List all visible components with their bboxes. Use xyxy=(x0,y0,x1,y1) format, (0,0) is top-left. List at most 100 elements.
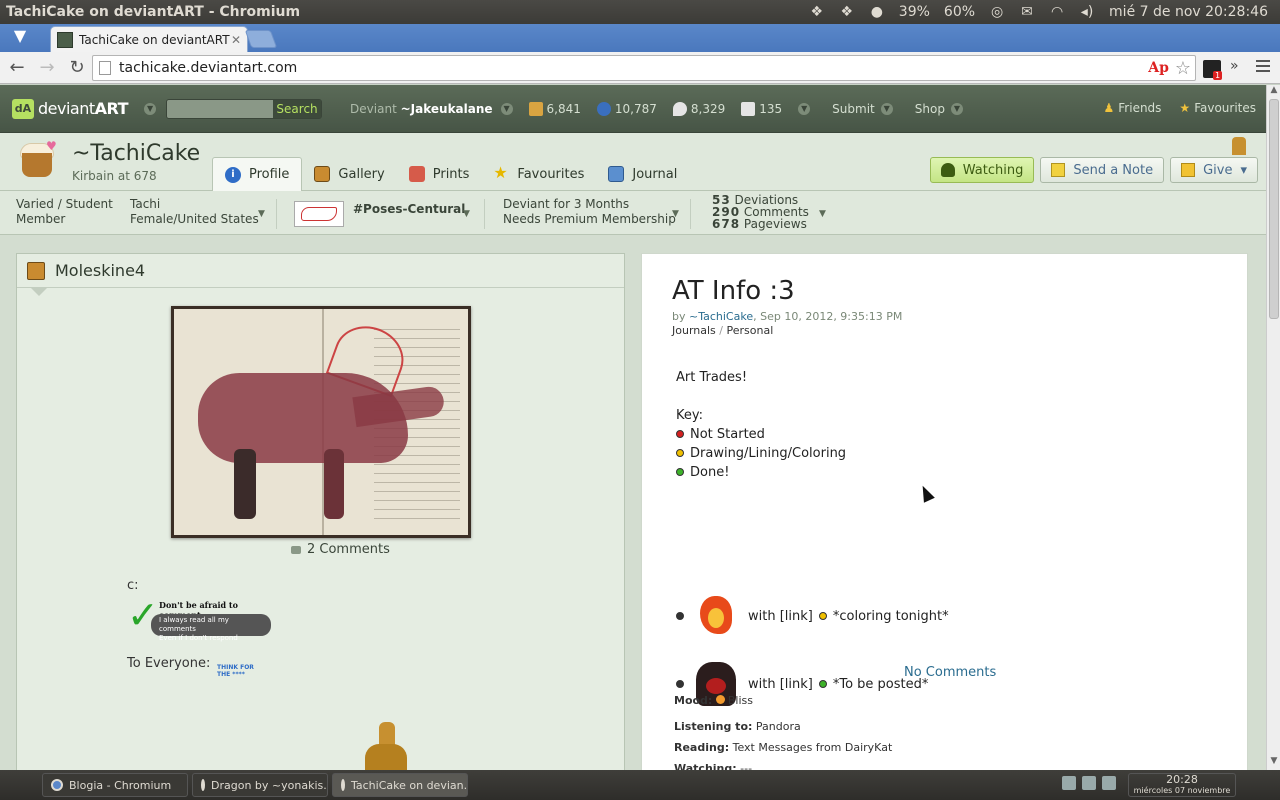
tray-app-icon[interactable] xyxy=(1102,776,1116,790)
deviation-comments-link[interactable]: 2 Comments xyxy=(291,542,390,557)
key-label: Key: xyxy=(676,408,704,423)
settings-icon[interactable]: ◎ xyxy=(989,4,1005,20)
taskbar-clock[interactable]: 20:28 miércoles 07 noviembre xyxy=(1128,773,1236,797)
think-stamp-image: THINK FOR THE **** xyxy=(217,664,254,678)
profile-stats[interactable]: 53 Deviations 290 Comments 678 Pageviews xyxy=(712,194,809,230)
category-journals[interactable]: Journals xyxy=(672,324,716,337)
clock-time: 20:28 xyxy=(1166,773,1198,786)
taskbar-label: Dragon by ~yonakis... xyxy=(211,778,328,792)
chevron-down-icon[interactable]: ▼ xyxy=(258,209,265,219)
membership-info[interactable]: Deviant for 3 Months Needs Premium Membe… xyxy=(503,197,676,227)
user-details[interactable]: Tachi Female/United States xyxy=(130,197,259,227)
tab-favourites[interactable]: ★ Favourites xyxy=(481,157,596,191)
tray-app-icon[interactable] xyxy=(1082,776,1096,790)
tab-journal[interactable]: Journal xyxy=(596,157,689,191)
member-type-line2: Member xyxy=(16,212,66,226)
dropbox-icon[interactable]: ❖ xyxy=(839,4,855,20)
close-icon[interactable]: ✕ xyxy=(231,33,241,47)
forward-button[interactable]: → xyxy=(34,56,60,80)
group-name[interactable]: #Poses-Centural xyxy=(353,202,465,216)
reload-button[interactable]: ↻ xyxy=(64,56,90,80)
deviantart-logo[interactable]: dA deviantART xyxy=(12,98,129,119)
chevron-down-icon[interactable]: ▼ xyxy=(672,209,679,219)
no-comments-link[interactable]: No Comments xyxy=(904,665,996,680)
chromium-icon[interactable]: ▼ xyxy=(10,26,30,48)
tab-tachicake[interactable]: TachiCake on deviantART ✕ xyxy=(50,26,248,52)
give-button[interactable]: Give ▾ xyxy=(1170,157,1258,183)
llama-icon[interactable] xyxy=(1232,137,1246,155)
volume-percent[interactable]: 60% xyxy=(944,4,975,20)
shop-link[interactable]: Shop ▼ xyxy=(915,102,963,116)
chevron-down-icon[interactable]: ▼ xyxy=(500,102,513,115)
dropbox-icon[interactable]: ❖ xyxy=(809,4,825,20)
star-icon: ★ xyxy=(1179,101,1191,115)
watch-stat[interactable]: 10,787 xyxy=(596,101,657,116)
trade-with-link[interactable]: with [link] xyxy=(748,609,813,624)
chevron-down-icon[interactable]: ▼ xyxy=(880,102,893,115)
url-text[interactable]: tachicake.deviantart.com xyxy=(119,60,1148,76)
back-button[interactable]: ← xyxy=(4,56,30,80)
chevron-down-icon[interactable]: ▼ xyxy=(798,102,811,115)
mail-icon[interactable]: ✉ xyxy=(1019,4,1035,20)
page-scrollbar[interactable]: ▲ ▼ xyxy=(1266,85,1280,770)
pageviews-label: Pageviews xyxy=(743,217,807,231)
chevron-down-icon[interactable]: ▼ xyxy=(144,102,157,115)
category-personal[interactable]: Personal xyxy=(727,324,774,337)
volume-icon[interactable]: ◂) xyxy=(1079,4,1095,20)
chevron-down-icon[interactable]: ▼ xyxy=(463,209,470,219)
address-bar[interactable]: tachicake.deviantart.com Ap ☆ xyxy=(92,55,1196,81)
moleskine-sketch-image[interactable] xyxy=(171,306,471,538)
deviations-stat[interactable]: 6,841 xyxy=(528,101,581,116)
translate-icon[interactable]: Ap xyxy=(1148,60,1169,76)
chevron-right-icon[interactable]: » xyxy=(1230,58,1239,74)
tab-title: TachiCake on deviantART xyxy=(79,32,230,47)
friends-link[interactable]: ♟ Friends xyxy=(1104,101,1162,115)
wifi-icon[interactable]: ◠ xyxy=(1049,4,1065,20)
avatar[interactable]: ♥ xyxy=(18,139,58,179)
tab-gallery[interactable]: Gallery xyxy=(302,157,396,191)
tab-profile[interactable]: i Profile xyxy=(212,157,303,191)
comments-stat[interactable]: 8,329 xyxy=(672,101,725,116)
taskbar-item[interactable]: Blogia - Chromium xyxy=(42,773,188,797)
send-note-button[interactable]: Send a Note xyxy=(1040,157,1165,183)
widget-title[interactable]: Moleskine4 xyxy=(55,261,145,280)
key-done: Done! xyxy=(690,465,730,480)
journal-icon xyxy=(608,166,625,182)
tray-app-icon[interactable] xyxy=(1062,776,1076,790)
watching-button[interactable]: Watching xyxy=(929,157,1035,183)
give-label: Give xyxy=(1203,162,1233,178)
notes-icon xyxy=(741,101,756,116)
gallery-icon xyxy=(314,166,331,182)
system-indicators: ❖ ❖ ● 39% 60% ◎ ✉ ◠ ◂) mié 7 de nov 20:2… xyxy=(809,4,1280,20)
favourites-link[interactable]: ★ Favourites xyxy=(1179,101,1256,115)
chevron-down-icon[interactable]: ▼ xyxy=(819,209,826,219)
taskbar-item[interactable]: TachiCake on devian... xyxy=(332,773,468,797)
drop-icon[interactable]: ● xyxy=(869,4,885,20)
scrollbar-thumb[interactable] xyxy=(1269,99,1279,319)
taskbar-item[interactable]: Dragon by ~yonakis... xyxy=(192,773,328,797)
tab-prints[interactable]: Prints xyxy=(397,157,482,191)
bookmark-star-icon[interactable]: ☆ xyxy=(1175,58,1191,79)
search-button[interactable]: Search xyxy=(273,99,322,118)
fire-avatar-image[interactable] xyxy=(694,592,736,640)
menu-icon[interactable] xyxy=(1254,57,1272,75)
chevron-down-icon[interactable]: ▼ xyxy=(950,102,963,115)
browser-toolbar: ← → ↻ tachicake.deviantart.com Ap ☆ 1 » xyxy=(0,52,1280,84)
trade-with-link[interactable]: with [link] xyxy=(748,677,813,692)
journal-body: Art Trades! Key: Not Started Drawing/Lin… xyxy=(676,368,846,482)
system-clock[interactable]: mié 7 de nov 20:28:46 xyxy=(1109,4,1268,20)
mood-line: Mood: Bliss xyxy=(674,694,753,707)
journal-author-link[interactable]: ~TachiCake xyxy=(689,310,753,323)
submit-link[interactable]: Submit ▼ xyxy=(832,102,893,116)
group-sticker-image[interactable] xyxy=(294,201,344,227)
deviant-user-menu[interactable]: Deviant ~Jakeukalane xyxy=(350,102,493,116)
profile-name[interactable]: ~TachiCake xyxy=(72,141,200,166)
scroll-up-icon[interactable]: ▲ xyxy=(1267,85,1280,99)
new-tab-button[interactable] xyxy=(244,30,278,48)
notes-stat[interactable]: 135 xyxy=(741,101,782,116)
battery-text[interactable]: 39% xyxy=(899,4,930,20)
search-input[interactable] xyxy=(167,99,274,118)
journal-title[interactable]: AT Info :3 xyxy=(672,276,795,306)
page-icon xyxy=(99,61,111,75)
scroll-down-icon[interactable]: ▼ xyxy=(1267,756,1280,770)
